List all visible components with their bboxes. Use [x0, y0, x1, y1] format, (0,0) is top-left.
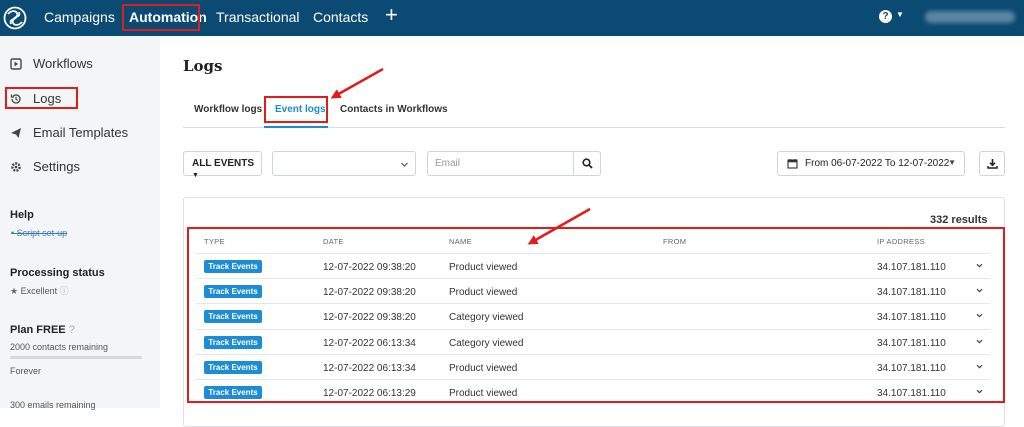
- processing-value-text: Excellent: [20, 286, 58, 296]
- tab-contacts-in-workflows[interactable]: Contacts in Workflows: [340, 104, 448, 115]
- sidebar-item-label: Settings: [33, 159, 80, 174]
- caret-down-icon: ▼: [192, 172, 199, 179]
- plan-period: Forever: [10, 366, 42, 376]
- annotation-arrow-tab: [330, 67, 384, 99]
- date-range-picker[interactable]: From 06-07-2022 To 12-07-2022 ▼: [777, 151, 965, 176]
- annotation-highlight-table: [187, 227, 1005, 403]
- all-events-dropdown[interactable]: ALL EVENTS ▼: [183, 151, 262, 179]
- tab-workflow-logs[interactable]: Workflow logs: [194, 104, 262, 115]
- email-search-input[interactable]: [427, 151, 574, 176]
- event-name-select[interactable]: [272, 151, 416, 176]
- chevron-down-icon: [401, 162, 408, 167]
- search-button[interactable]: [573, 151, 601, 176]
- download-icon: [987, 159, 998, 169]
- download-button[interactable]: [979, 151, 1005, 176]
- active-tab-indicator: [264, 126, 328, 128]
- user-menu[interactable]: [925, 11, 1015, 23]
- nav-transactional[interactable]: Transactional: [216, 9, 300, 25]
- star-icon: ★: [10, 286, 19, 296]
- emails-remaining: 300 emails remaining: [10, 400, 96, 410]
- brand-logo-icon[interactable]: [2, 5, 28, 31]
- nav-contacts[interactable]: Contacts: [313, 9, 368, 25]
- script-setup-link[interactable]: • Script set-up: [11, 228, 67, 238]
- sidebar-item-label: Workflows: [33, 56, 93, 71]
- sidebar-item-workflows[interactable]: Workflows: [10, 56, 93, 71]
- processing-status-heading: Processing status: [10, 267, 105, 279]
- script-setup-label: Script set-up: [16, 228, 68, 238]
- sidebar: Workflows Logs Email Templates Settings …: [0, 36, 160, 410]
- contacts-remaining: 2000 contacts remaining: [10, 342, 109, 352]
- nav-campaigns[interactable]: Campaigns: [44, 9, 115, 25]
- sidebar-item-settings[interactable]: Settings: [10, 159, 80, 174]
- help-heading: Help: [10, 209, 34, 221]
- annotation-highlight-logs: [5, 87, 78, 109]
- sidebar-item-email-templates[interactable]: Email Templates: [10, 125, 128, 140]
- help-icon[interactable]: ?: [879, 10, 892, 23]
- paper-plane-icon: [11, 127, 21, 138]
- play-square-icon: [10, 57, 22, 70]
- caret-down-icon: ▼: [948, 158, 956, 167]
- processing-status-value: ★ Excellent ⓘ: [10, 284, 69, 297]
- plus-icon[interactable]: +: [385, 4, 398, 26]
- caret-down-icon[interactable]: ▼: [896, 10, 904, 19]
- results-count: 332 results: [930, 214, 988, 226]
- top-navbar: Campaigns Automation Transactional Conta…: [0, 0, 1024, 36]
- plan-heading: Plan FREE ?: [10, 324, 75, 336]
- all-events-label: ALL EVENTS: [192, 158, 255, 169]
- help-circle-icon[interactable]: ?: [69, 324, 75, 336]
- annotation-highlight-automation: [122, 4, 200, 31]
- search-icon: [582, 158, 593, 169]
- sidebar-item-label: Email Templates: [33, 125, 129, 140]
- contacts-progress-bar: [10, 356, 142, 359]
- info-icon[interactable]: ⓘ: [60, 286, 69, 296]
- calendar-icon: [787, 159, 798, 169]
- plan-title: Plan FREE: [10, 324, 66, 336]
- page-title: Logs: [183, 57, 223, 75]
- annotation-highlight-event-logs: [264, 96, 328, 123]
- gear-icon: [11, 161, 21, 172]
- date-range-label: From 06-07-2022 To 12-07-2022: [805, 158, 950, 169]
